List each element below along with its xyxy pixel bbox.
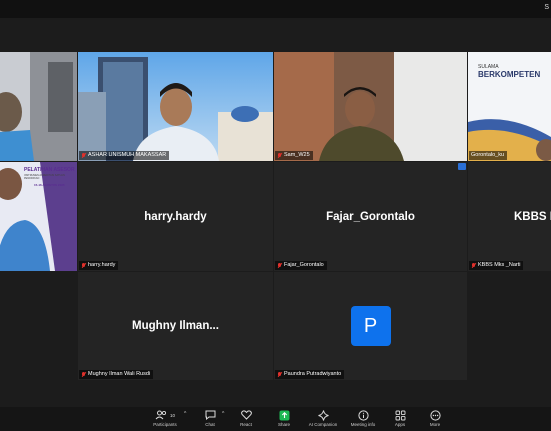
participants-button[interactable]: 10 Participants [145, 409, 185, 427]
nameplate: Sam_W25 [275, 151, 313, 160]
participant-display-name: Fajar_Gorontalo [326, 210, 415, 223]
more-label: More [429, 422, 441, 427]
video-tile-harry[interactable]: harry.hardy harry.hardy [78, 162, 273, 271]
participant-name: ASHAR UNISMUH MAKASSAR [88, 152, 167, 158]
top-right-text: S [544, 4, 549, 11]
chat-chevron-up-icon[interactable]: ^ [222, 411, 224, 417]
video-tile-gorontalo-ku[interactable]: SULAMA BERKOMPETEN Gorontalo_ku [468, 52, 551, 161]
video-tile-paundra[interactable]: P Paundra Putradwiyanto [274, 272, 467, 380]
nameplate: KBBS Mks _Narti [469, 261, 524, 270]
participant-name: Paundra Putradwiyanto [284, 371, 342, 377]
mic-muted-icon [81, 152, 86, 159]
react-label: React [240, 422, 252, 427]
chat-icon [205, 410, 215, 420]
share-label: Share [277, 422, 290, 427]
apps-label: Apps [394, 422, 406, 427]
ai-companion-label: AI Companion [308, 422, 338, 427]
meeting-info-button[interactable]: Meeting info [343, 409, 383, 427]
more-button[interactable]: More [415, 409, 455, 427]
info-icon [357, 409, 369, 421]
spotlight-icon[interactable] [458, 163, 466, 170]
participant-display-name: Mughny Ilman... [132, 320, 219, 332]
participant-name: Mughny Ilman Wali Rusdi [88, 371, 151, 377]
meeting-toolbar: 10 Participants ^ Chat ^ React Share AI … [0, 407, 551, 431]
chat-label: Chat [205, 422, 215, 427]
window-top-bar: S [0, 0, 551, 18]
mic-muted-icon [277, 262, 282, 269]
participant-name: Gorontalo_ku [471, 152, 505, 158]
video-tile-pelatihan[interactable]: PELATIHAN ASESOR INSTRUMEN AKREDITASI SA… [0, 162, 77, 271]
mic-muted-icon [277, 371, 282, 378]
participant-display-name: KBBS M [514, 210, 551, 223]
participants-label: Participants [153, 422, 177, 427]
video-tile-fajar[interactable]: Fajar_Gorontalo Fajar_Gorontalo [274, 162, 467, 271]
participant-name: Sam_W25 [284, 152, 310, 158]
video-gallery: ASHAR UNISMUH MAKASSAR Sam_W25 SULAMA BE… [0, 18, 551, 407]
react-button[interactable]: React [226, 409, 266, 427]
participant-name: KBBS Mks _Narti [478, 262, 521, 268]
ai-companion-button[interactable]: AI Companion [303, 409, 343, 427]
mic-muted-icon [471, 262, 476, 269]
share-screen-icon [279, 410, 289, 420]
poster-line-2: BERKOMPETEN [478, 70, 541, 79]
mic-muted-icon [277, 152, 282, 159]
nameplate: Fajar_Gorontalo [275, 261, 327, 270]
participant-video-sam [274, 52, 467, 161]
participant-video-ashar [78, 52, 273, 161]
mic-muted-icon [81, 262, 86, 269]
heart-icon [240, 410, 252, 420]
video-tile-mughny[interactable]: Mughny Ilman... Mughny Ilman Wali Rusdi [78, 272, 273, 380]
apps-button[interactable]: Apps [380, 409, 420, 427]
more-icon [429, 409, 441, 421]
apps-icon [395, 410, 405, 420]
nameplate: Gorontalo_ku [469, 151, 508, 160]
avatar: P [350, 306, 391, 346]
nameplate: Paundra Putradwiyanto [275, 370, 345, 379]
poster-date: 15-16 AGUSTUS 2025 [34, 183, 65, 187]
video-tile-ashar[interactable]: ASHAR UNISMUH MAKASSAR [78, 52, 273, 161]
nameplate: harry.hardy [79, 261, 119, 270]
participant-video-1 [0, 52, 77, 161]
participant-name: Fajar_Gorontalo [284, 262, 324, 268]
meeting-info-label: Meeting info [350, 422, 376, 427]
poster-subtitle: INSTRUMEN AKREDITASI SATUAN PENDIDIKAN [24, 174, 65, 180]
poster-title: PELATIHAN ASESOR [24, 167, 75, 173]
participants-chevron-up-icon[interactable]: ^ [184, 411, 186, 417]
nameplate: ASHAR UNISMUH MAKASSAR [79, 151, 170, 160]
share-button[interactable]: Share [264, 409, 304, 427]
participant-name: harry.hardy [88, 262, 116, 268]
video-tile-sam[interactable]: Sam_W25 [274, 52, 467, 161]
nameplate: Mughny Ilman Wali Rusdi [79, 370, 154, 379]
participant-display-name: harry.hardy [144, 210, 207, 223]
participants-icon [155, 410, 167, 420]
video-tile-1[interactable] [0, 52, 77, 161]
sparkle-icon [317, 409, 329, 421]
video-tile-kbbs[interactable]: KBBS M KBBS Mks _Narti [468, 162, 551, 271]
mic-muted-icon [81, 371, 86, 378]
participants-count: 10 [169, 412, 175, 418]
